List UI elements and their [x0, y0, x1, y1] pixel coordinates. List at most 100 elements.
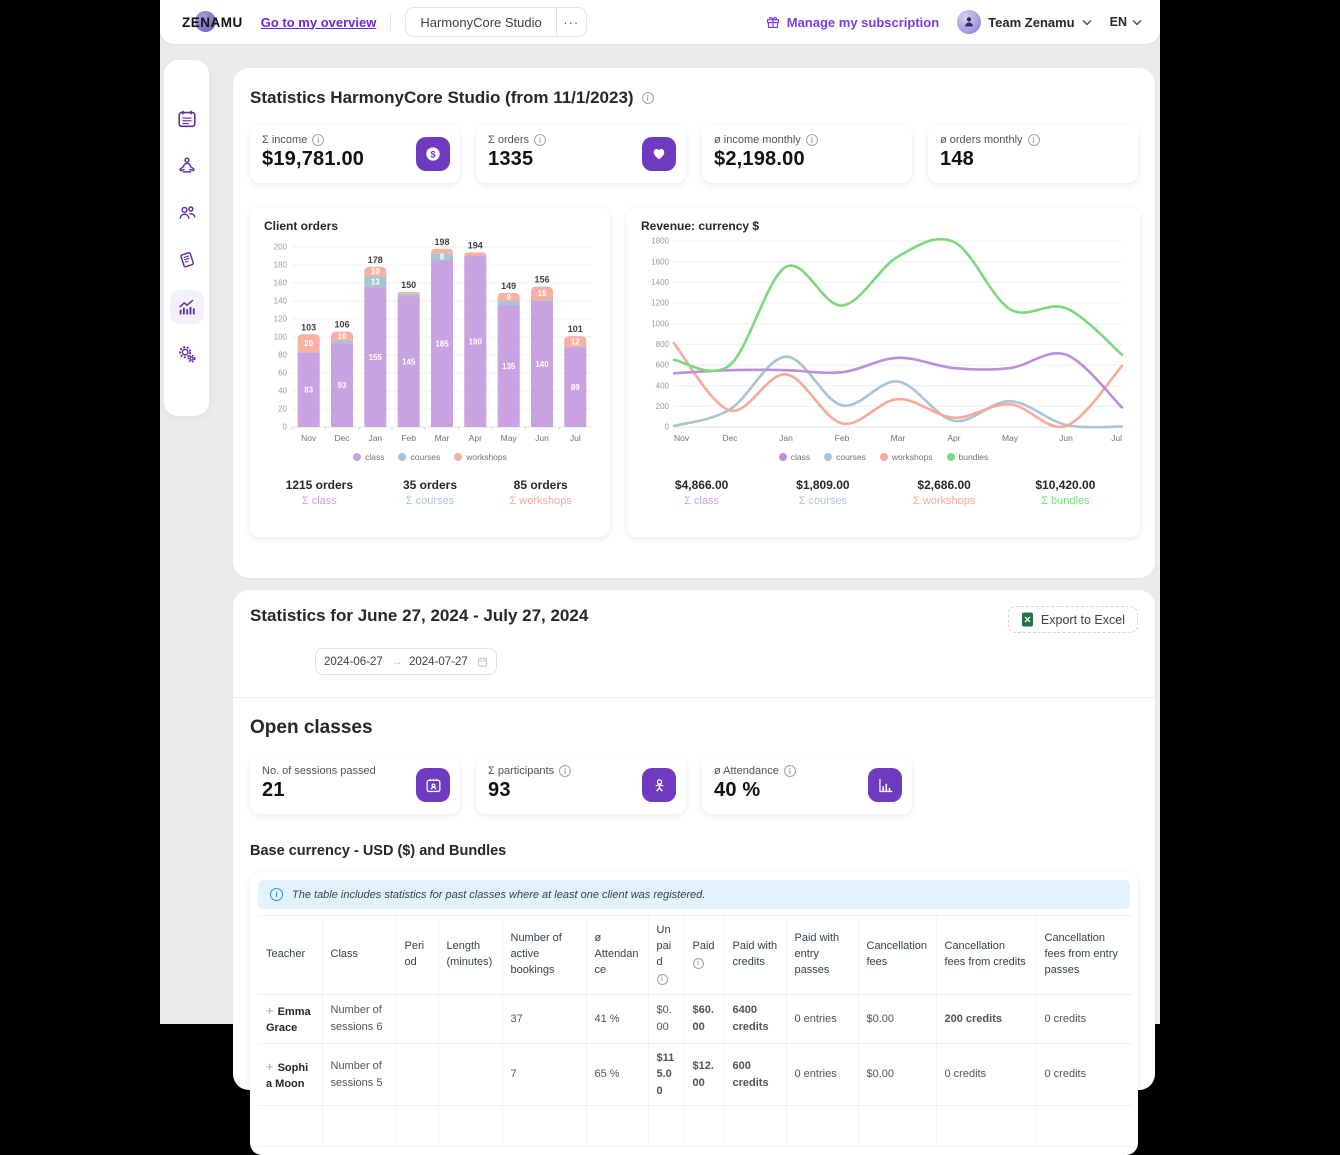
- table-cell: Number of sessions 6: [322, 994, 396, 1043]
- svg-text:149: 149: [501, 281, 516, 291]
- legend-item-class[interactable]: class: [779, 452, 810, 462]
- svg-text:20: 20: [304, 339, 313, 348]
- svg-text:60: 60: [278, 369, 287, 378]
- table-cell: $115.00: [648, 1043, 684, 1106]
- svg-text:100: 100: [274, 333, 288, 342]
- info-icon[interactable]: i: [534, 134, 546, 146]
- svg-text:Nov: Nov: [301, 433, 317, 443]
- expand-row-button[interactable]: +: [266, 1003, 274, 1018]
- overview-stat-cards: Σ incomei $19,781.00 $ Σ ordersi 1335 ø …: [250, 125, 1138, 183]
- info-icon[interactable]: i: [784, 765, 796, 777]
- svg-text:Feb: Feb: [835, 433, 850, 443]
- svg-text:Mar: Mar: [891, 433, 906, 443]
- svg-text:12: 12: [571, 337, 580, 346]
- date-from-input[interactable]: [324, 656, 386, 668]
- info-icon[interactable]: i: [806, 134, 818, 146]
- table-cell: 0 credits: [1036, 1043, 1132, 1106]
- summary-item: $10,420.00Σ bundles: [1005, 478, 1126, 507]
- svg-text:0: 0: [283, 423, 288, 432]
- sidebar-item-classes[interactable]: [170, 149, 204, 183]
- table-cell: $0.00: [648, 994, 684, 1043]
- calendar-icon[interactable]: [477, 656, 488, 668]
- table-cell: $0.00: [858, 1043, 936, 1106]
- attendance-badge-icon: [868, 768, 902, 802]
- export-to-excel-button[interactable]: Export to Excel: [1008, 606, 1138, 633]
- info-icon[interactable]: i: [693, 958, 704, 969]
- more-options-button[interactable]: ···: [556, 8, 586, 36]
- studio-button[interactable]: HarmonyCore Studio: [406, 8, 555, 36]
- info-icon[interactable]: i: [657, 974, 668, 985]
- info-icon[interactable]: i: [642, 92, 654, 104]
- table-cell: 0 entries: [786, 1043, 858, 1106]
- table-row: [258, 1106, 1132, 1147]
- svg-text:103: 103: [301, 322, 316, 332]
- sidebar-item-statistics[interactable]: [170, 290, 204, 324]
- open-classes-heading: Open classes: [250, 717, 1138, 739]
- avatar: [957, 10, 981, 34]
- statistics-period-card: Statistics for June 27, 2024 - July 27, …: [233, 590, 1155, 1090]
- gear-icon: [176, 343, 198, 365]
- team-menu[interactable]: Team Zenamu: [957, 10, 1091, 34]
- svg-text:150: 150: [401, 280, 416, 290]
- table-row: +Emma GraceNumber of sessions 63741 %$0.…: [258, 994, 1132, 1043]
- svg-text:10: 10: [338, 332, 347, 341]
- svg-text:20: 20: [278, 405, 287, 414]
- language-selector[interactable]: EN: [1110, 15, 1142, 29]
- zenamu-logo[interactable]: ZENAMU: [182, 15, 243, 30]
- svg-text:83: 83: [304, 386, 313, 395]
- svg-text:8: 8: [440, 253, 445, 262]
- client-orders-chart-card: Client orders 02040608010012014016018020…: [250, 207, 610, 537]
- arrow-icon: →: [392, 656, 403, 668]
- svg-text:156: 156: [534, 275, 549, 285]
- orders-summary: 1215 ordersΣ class35 ordersΣ courses85 o…: [264, 478, 596, 507]
- legend-dot: [947, 453, 955, 461]
- table-cell: 0 credits: [1036, 994, 1132, 1043]
- sidebar-item-calendar[interactable]: [170, 102, 204, 136]
- line-chart-legend: class courses workshops bundles: [641, 452, 1126, 462]
- svg-text:89: 89: [571, 383, 580, 392]
- divider: [390, 13, 391, 31]
- date-to-input[interactable]: [409, 656, 471, 668]
- client-orders-bar-chart: 020406080100120140160180200Nov8320103Dec…: [264, 233, 596, 445]
- receipt-icon: [176, 249, 198, 271]
- manage-subscription-button[interactable]: Manage my subscription: [766, 15, 939, 30]
- legend-dot: [454, 453, 462, 461]
- statistics-icon: [176, 296, 198, 318]
- legend-item-class[interactable]: class: [353, 452, 384, 462]
- overview-link[interactable]: Go to my overview: [261, 15, 377, 30]
- svg-text:200: 200: [274, 243, 288, 252]
- svg-text:May: May: [501, 433, 518, 443]
- legend-item-courses[interactable]: courses: [824, 452, 866, 462]
- info-icon[interactable]: i: [559, 765, 571, 777]
- legend-item-courses[interactable]: courses: [398, 452, 440, 462]
- svg-text:Feb: Feb: [401, 433, 416, 443]
- sidebar-item-settings[interactable]: [170, 337, 204, 371]
- svg-text:198: 198: [434, 237, 449, 247]
- svg-text:80: 80: [278, 351, 287, 360]
- svg-text:$: $: [430, 149, 435, 159]
- legend-item-bundles[interactable]: bundles: [947, 452, 989, 462]
- stat-card-orders-monthly: ø orders monthlyi 148: [928, 125, 1138, 183]
- revenue-chart-card: Revenue: currency $ 02004006008001000120…: [627, 207, 1140, 537]
- table-cell: $0.00: [858, 994, 936, 1043]
- table-cell: $60.00: [684, 994, 724, 1043]
- svg-text:Jul: Jul: [1111, 433, 1122, 443]
- date-range-picker: →: [315, 648, 497, 675]
- svg-text:Nov: Nov: [674, 433, 690, 443]
- info-icon[interactable]: i: [1028, 134, 1040, 146]
- expand-row-button[interactable]: +: [266, 1059, 274, 1074]
- legend-item-workshops[interactable]: workshops: [454, 452, 507, 462]
- gift-icon: [766, 15, 780, 29]
- summary-item: 35 ordersΣ courses: [375, 478, 486, 507]
- legend-item-workshops[interactable]: workshops: [880, 452, 933, 462]
- excel-icon: [1021, 612, 1034, 627]
- svg-text:120: 120: [274, 315, 288, 324]
- svg-text:800: 800: [656, 340, 670, 349]
- svg-text:185: 185: [435, 340, 449, 349]
- sidebar-item-invoices[interactable]: [170, 243, 204, 277]
- sidebar-item-clients[interactable]: [170, 196, 204, 230]
- svg-text:600: 600: [656, 361, 670, 370]
- svg-text:Dec: Dec: [722, 433, 738, 443]
- stat-card-orders: Σ ordersi 1335: [476, 125, 686, 183]
- info-icon[interactable]: i: [312, 134, 324, 146]
